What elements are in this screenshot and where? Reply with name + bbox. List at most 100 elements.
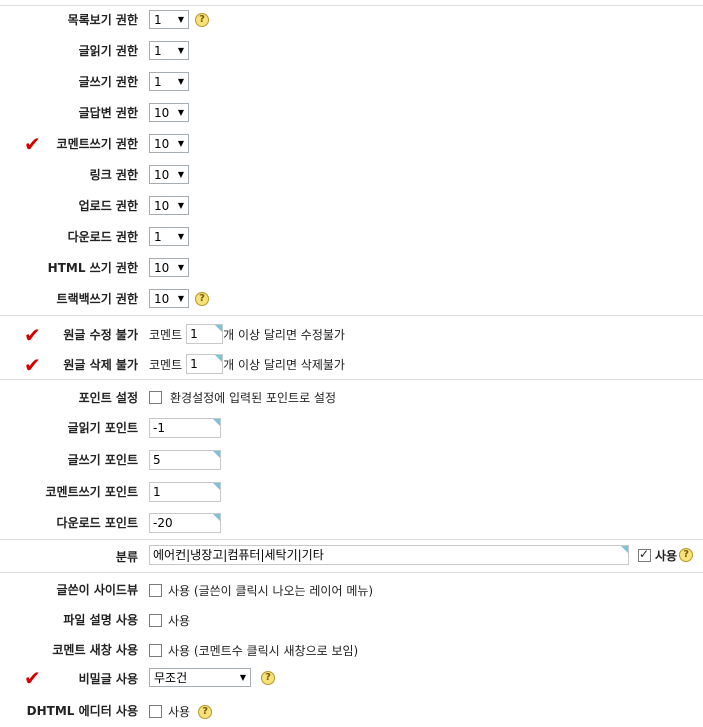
point-setting-checkbox[interactable]: [149, 391, 162, 404]
point-input[interactable]: 5: [149, 450, 221, 470]
required-check-icon: ✔: [24, 666, 41, 690]
dhtml-checkbox[interactable]: [149, 705, 162, 718]
divider: [0, 379, 703, 380]
permission-select-value: 10: [154, 260, 170, 275]
permission-row: 목록보기 권한 1 ▼?: [0, 9, 703, 31]
permission-select-value: 10: [154, 167, 170, 182]
original-edit-prefix: 코멘트: [149, 327, 183, 342]
permission-row: 글답변 권한 10 ▼: [0, 102, 703, 124]
permission-select-value: 10: [154, 291, 170, 306]
help-icon[interactable]: ?: [261, 670, 275, 685]
point-label: 다운로드 포인트: [56, 516, 138, 530]
original-edit-row: ✔ 원글 수정 불가 코멘트 1 개 이상 달리면 수정불가: [0, 323, 703, 345]
permission-label: 업로드 권한: [78, 199, 138, 213]
comment-window-option: 사용 (코멘트수 클릭시 새창으로 보임): [168, 644, 359, 658]
sideview-checkbox[interactable]: [149, 584, 162, 597]
file-desc-label: 파일 설명 사용: [63, 613, 138, 627]
permission-label: HTML 쓰기 권한: [47, 261, 138, 275]
chevron-down-icon: ▼: [177, 108, 184, 117]
secret-select[interactable]: 무조건 ▼: [149, 668, 251, 687]
permission-select[interactable]: 10 ▼: [149, 165, 189, 184]
permission-select[interactable]: 10 ▼: [149, 289, 189, 308]
point-setting-row: 포인트 설정 환경설정에 입력된 포인트로 설정: [0, 387, 703, 409]
chevron-down-icon: ▼: [239, 673, 246, 682]
original-delete-prefix: 코멘트: [149, 357, 183, 372]
original-delete-input[interactable]: 1: [186, 354, 224, 374]
permission-row: 링크 권한 10 ▼: [0, 164, 703, 186]
file-desc-checkbox[interactable]: [149, 614, 162, 627]
point-setting-option: 환경설정에 입력된 포인트로 설정: [170, 391, 337, 405]
dhtml-option: 사용: [168, 705, 191, 719]
secret-select-value: 무조건: [154, 671, 188, 685]
point-row: 글쓰기 포인트 5: [0, 449, 703, 471]
point-label: 코멘트쓰기 포인트: [45, 485, 139, 499]
divider: [0, 539, 703, 540]
help-icon[interactable]: ?: [195, 291, 209, 306]
original-edit-input[interactable]: 1: [186, 324, 224, 344]
permission-select-value: 1: [154, 43, 162, 58]
original-delete-suffix: 개 이상 달리면 삭제불가: [223, 357, 345, 372]
chevron-down-icon: ▼: [177, 46, 184, 55]
help-icon[interactable]: ?: [679, 548, 694, 562]
point-row: 글읽기 포인트 -1: [0, 417, 703, 439]
permission-label: 링크 권한: [89, 168, 138, 182]
permission-select[interactable]: 1 ▼: [149, 41, 189, 60]
permission-row: 트랙백쓰기 권한 10 ▼?: [0, 288, 703, 310]
sideview-option: 사용 (글쓴이 클릭시 나오는 레이어 메뉴): [168, 584, 374, 598]
permission-row: ✔ 코멘트쓰기 권한 10 ▼: [0, 133, 703, 155]
point-row: 다운로드 포인트 -20: [0, 512, 703, 534]
permission-select-value: 10: [154, 198, 170, 213]
permission-select[interactable]: 10 ▼: [149, 134, 189, 153]
category-use-checkbox[interactable]: [638, 547, 651, 562]
chevron-down-icon: ▼: [177, 263, 184, 272]
original-edit-label: 원글 수정 불가: [63, 328, 138, 342]
point-input[interactable]: 1: [149, 482, 221, 502]
permission-row: 업로드 권한 10 ▼: [0, 195, 703, 217]
point-setting-label: 포인트 설정: [78, 391, 138, 405]
dhtml-label: DHTML 에디터 사용: [26, 704, 138, 718]
permission-select[interactable]: 1 ▼: [149, 72, 189, 91]
permission-select[interactable]: 1 ▼: [149, 10, 189, 29]
chevron-down-icon: ▼: [177, 139, 184, 148]
divider: [0, 5, 703, 6]
original-edit-suffix: 개 이상 달리면 수정불가: [223, 327, 345, 342]
help-icon[interactable]: ?: [198, 704, 213, 719]
divider: [0, 572, 703, 573]
permission-select-value: 10: [154, 136, 170, 151]
dhtml-row: DHTML 에디터 사용 사용 ?: [0, 700, 703, 722]
file-desc-option: 사용: [168, 614, 191, 628]
original-delete-row: ✔ 원글 삭제 불가 코멘트 1 개 이상 달리면 삭제불가: [0, 353, 703, 375]
category-input[interactable]: 에어컨|냉장고|컴퓨터|세탁기|기타: [149, 545, 629, 565]
point-input[interactable]: -20: [149, 513, 221, 533]
help-icon[interactable]: ?: [195, 12, 209, 27]
permission-select-value: 1: [154, 74, 162, 89]
permission-label: 글쓰기 권한: [78, 75, 138, 89]
permission-label: 다운로드 권한: [67, 230, 138, 244]
chevron-down-icon: ▼: [177, 77, 184, 86]
permission-select[interactable]: 10 ▼: [149, 103, 189, 122]
category-label: 분류: [115, 550, 138, 564]
point-input[interactable]: -1: [149, 418, 221, 438]
category-row: 분류 에어컨|냉장고|컴퓨터|세탁기|기타 사용 ?: [0, 545, 703, 567]
point-label: 글쓰기 포인트: [67, 453, 138, 467]
comment-window-checkbox[interactable]: [149, 644, 162, 657]
permission-select[interactable]: 10 ▼: [149, 258, 189, 277]
comment-window-label: 코멘트 새창 사용: [52, 643, 138, 657]
permission-select[interactable]: 1 ▼: [149, 227, 189, 246]
permission-row: 글읽기 권한 1 ▼: [0, 40, 703, 62]
point-row: 코멘트쓰기 포인트 1: [0, 481, 703, 503]
permission-select-value: 1: [154, 12, 162, 27]
permission-label: 글읽기 권한: [78, 44, 138, 58]
required-check-icon: ✔: [24, 132, 41, 156]
permission-row: HTML 쓰기 권한 10 ▼: [0, 257, 703, 279]
chevron-down-icon: ▼: [177, 15, 184, 24]
chevron-down-icon: ▼: [177, 294, 184, 303]
required-check-icon: ✔: [24, 353, 41, 377]
original-delete-label: 원글 삭제 불가: [63, 358, 138, 372]
permission-label: 트랙백쓰기 권한: [56, 292, 138, 306]
divider: [0, 315, 703, 316]
permission-row: 다운로드 권한 1 ▼: [0, 226, 703, 248]
permission-select[interactable]: 10 ▼: [149, 196, 189, 215]
chevron-down-icon: ▼: [177, 232, 184, 241]
sideview-label: 글쓴이 사이드뷰: [56, 583, 138, 597]
